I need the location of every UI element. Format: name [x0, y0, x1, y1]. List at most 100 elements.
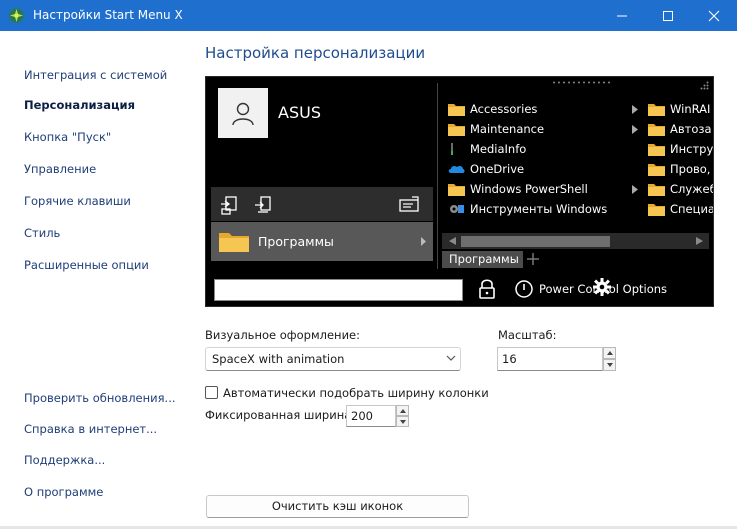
add-tab-icon[interactable] [526, 252, 540, 266]
fixed-width-stepper[interactable] [396, 405, 409, 427]
folder-icon [648, 164, 665, 176]
auto-width-checkbox[interactable] [205, 386, 218, 399]
nav-start-button[interactable]: Кнопка "Пуск" [24, 130, 111, 144]
resize-grip-icon [553, 81, 610, 84]
search-input[interactable] [214, 279, 463, 301]
folder-icon [219, 233, 249, 252]
menu-item[interactable]: Специа [648, 199, 714, 219]
app-icon [9, 8, 24, 23]
menu-item[interactable]: MediaInfo [448, 139, 526, 159]
menu-item-label: Accessories [470, 102, 538, 116]
menu-item-label: Специа [670, 202, 714, 216]
power-icon[interactable] [514, 279, 534, 299]
shortcut-icon [221, 196, 237, 215]
folder-icon [648, 144, 665, 156]
menu-item[interactable]: WinRAI [648, 99, 710, 119]
maximize-icon [663, 10, 673, 21]
menu-item[interactable]: Служеб [648, 179, 714, 199]
arrow-up-icon [399, 408, 406, 413]
folder-icon [448, 104, 465, 116]
user-name: ASUS [278, 103, 321, 122]
check-updates-link[interactable]: Проверить обновления... [24, 391, 176, 405]
corner-grip-icon [700, 81, 709, 90]
minimize-icon [617, 15, 627, 16]
nav-style[interactable]: Стиль [24, 226, 60, 240]
submenu-arrow-icon [632, 125, 638, 134]
close-button[interactable] [691, 0, 737, 31]
lock-icon[interactable] [477, 278, 497, 300]
chevron-right-icon [421, 237, 426, 246]
submenu-arrow-icon [632, 105, 638, 114]
chevron-down-icon [446, 355, 456, 361]
scrollbar-thumb[interactable] [461, 236, 610, 247]
clear-icon-cache-button[interactable]: Очистить кэш иконок [206, 495, 469, 518]
menu-item-label: Инстру [670, 142, 714, 156]
folder-icon [448, 184, 465, 196]
menu-item[interactable]: Инструменты Windows [448, 199, 607, 219]
menu-item[interactable]: OneDrive [448, 159, 524, 179]
nav-personalization[interactable]: Персонализация [24, 98, 135, 112]
user-icon [232, 102, 254, 126]
tools-icon [450, 205, 464, 213]
about-link[interactable]: О программе [24, 485, 103, 499]
menu-item-label: Инструменты Windows [470, 202, 608, 216]
avatar [218, 88, 268, 138]
visual-style-label: Визуальное оформление: [205, 328, 360, 342]
folder-icon [448, 124, 465, 136]
menu-item-label: Maintenance [470, 122, 545, 136]
menu-item-label: Прово, [670, 162, 711, 176]
scroll-left-icon[interactable] [449, 237, 456, 245]
menu-item[interactable]: Автоза [648, 119, 712, 139]
menu-item-label: Автоза [670, 122, 712, 136]
nav-hotkeys[interactable]: Горячие клавиши [24, 194, 131, 208]
menu-item-label: OneDrive [470, 162, 525, 176]
scale-down-button[interactable] [603, 359, 616, 371]
tab-programs[interactable]: Программы [442, 251, 523, 268]
folder-icon [648, 184, 665, 196]
nav-advanced[interactable]: Расширенные опции [24, 258, 149, 272]
menu-item-label: Служеб [670, 182, 714, 196]
menu-item[interactable]: Инстру [648, 139, 713, 159]
auto-width-label[interactable]: Автоматически подобрать ширину колонки [223, 386, 489, 400]
programs-label: Программы [258, 234, 334, 249]
menu-item[interactable]: Maintenance [448, 119, 544, 139]
menu-item-label: MediaInfo [470, 142, 527, 156]
width-up-button[interactable] [396, 405, 409, 416]
close-icon [708, 10, 720, 21]
maximize-button[interactable] [645, 0, 691, 31]
scale-label: Масштаб: [498, 328, 557, 342]
menu-item[interactable]: Прово, [648, 159, 710, 179]
folder-icon [648, 104, 665, 116]
run-icon [399, 196, 419, 212]
start-menu-preview: ASUS Программы Accessories Maintenance M… [205, 76, 714, 307]
title-bar: Настройки Start Menu X [0, 0, 737, 31]
menu-item[interactable]: Accessories [448, 99, 537, 119]
gear-icon[interactable] [592, 277, 612, 297]
submenu-arrow-icon [632, 185, 638, 194]
scroll-right-icon[interactable] [696, 237, 703, 245]
width-down-button[interactable] [396, 416, 409, 427]
minimize-button[interactable] [599, 0, 645, 31]
nav-integration[interactable]: Интеграция с системой [24, 68, 167, 82]
visual-style-select[interactable]: SpaceX with animation [205, 347, 461, 371]
arrow-up-icon [606, 351, 613, 355]
arrow-down-icon [606, 363, 613, 367]
fixed-width-input[interactable]: 200 [346, 405, 396, 427]
fixed-width-label: Фиксированная ширина: [205, 408, 356, 422]
menu-item-label: WinRAI [670, 102, 711, 116]
support-link[interactable]: Поддержка... [24, 453, 105, 467]
scale-input[interactable]: 16 [497, 347, 603, 371]
menu-item-label: Windows PowerShell [470, 182, 588, 196]
arrow-down-icon [399, 419, 406, 424]
online-help-link[interactable]: Справка в интернет... [24, 422, 157, 436]
menu-item[interactable]: Windows PowerShell [448, 179, 588, 199]
nav-control[interactable]: Управление [24, 162, 96, 176]
column-divider [437, 83, 438, 269]
onedrive-icon [448, 165, 465, 173]
scale-up-button[interactable] [603, 347, 616, 359]
page-title: Настройка персонализации [205, 44, 426, 62]
scale-stepper[interactable] [603, 347, 616, 371]
documents-icon [255, 196, 271, 213]
mediainfo-icon [451, 143, 453, 155]
folder-icon [648, 204, 665, 216]
